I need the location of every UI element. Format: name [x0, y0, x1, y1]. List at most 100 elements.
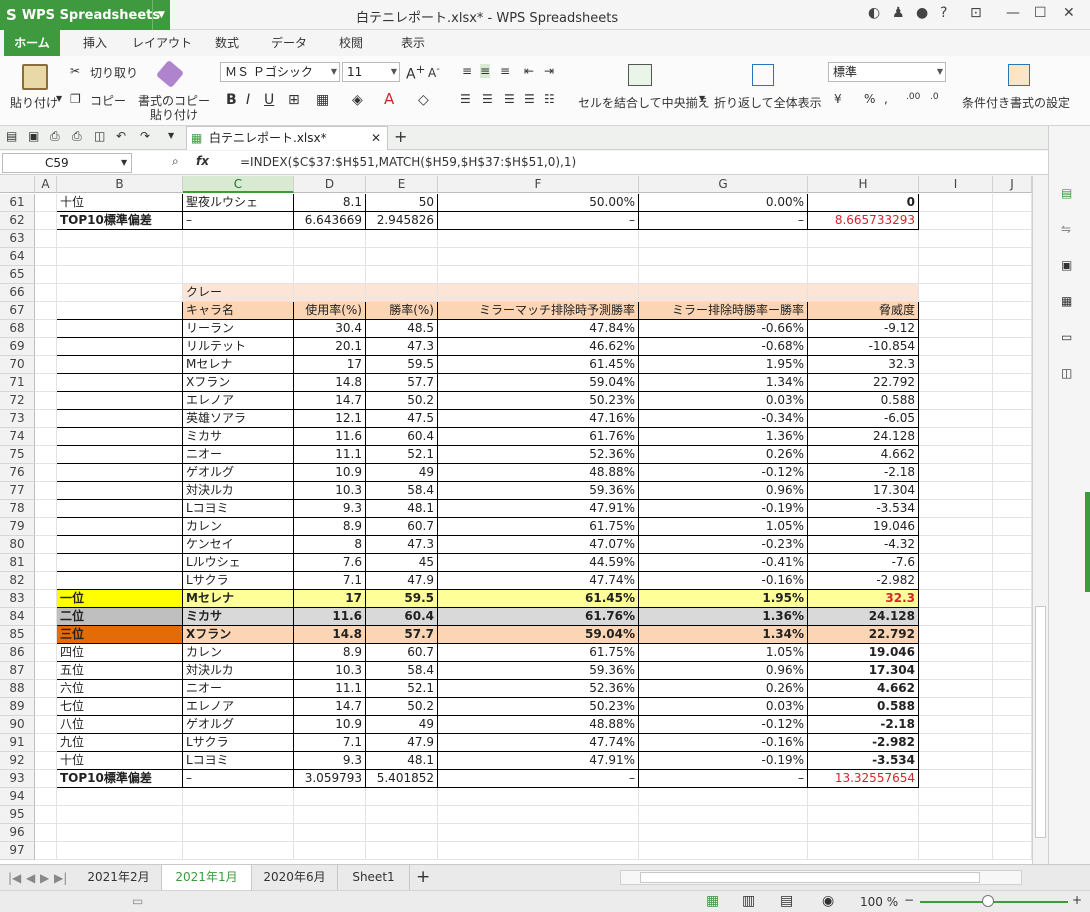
cell-j77[interactable]	[993, 482, 1032, 500]
zoom-level[interactable]: 100 %	[860, 895, 898, 909]
cell-h86[interactable]: 19.046	[808, 644, 919, 662]
reading-view-icon[interactable]: ◉	[822, 893, 834, 909]
cell-b68[interactable]	[57, 320, 183, 338]
cell-a63[interactable]	[35, 230, 57, 248]
undo-icon[interactable]: ↶	[116, 129, 126, 143]
cell-j90[interactable]	[993, 716, 1032, 734]
cell-d74[interactable]: 11.6	[294, 428, 366, 446]
tab-view[interactable]: 表示	[390, 30, 436, 56]
cell-a83[interactable]	[35, 590, 57, 608]
row-header[interactable]: 85	[0, 626, 35, 644]
cell-b87[interactable]: 五位	[57, 662, 183, 680]
backup-icon[interactable]: ◫	[1061, 366, 1072, 380]
cell-i97[interactable]	[919, 842, 993, 860]
cell-b86[interactable]: 四位	[57, 644, 183, 662]
cell-a65[interactable]	[35, 266, 57, 284]
cell-g76[interactable]: -0.12%	[639, 464, 808, 482]
cell-i87[interactable]	[919, 662, 993, 680]
cell-d63[interactable]	[294, 230, 366, 248]
cell-e88[interactable]: 52.1	[366, 680, 438, 698]
select-icon[interactable]: ▣	[1061, 258, 1072, 272]
font-shrink-icon[interactable]: A-	[428, 64, 440, 80]
column-header-d[interactable]: D	[294, 176, 366, 193]
zoom-out-icon[interactable]: −	[904, 893, 914, 907]
horizontal-scrollbar-thumb[interactable]	[640, 872, 980, 883]
cell-h72[interactable]: 0.588	[808, 392, 919, 410]
cell-h90[interactable]: -2.18	[808, 716, 919, 734]
cell-a87[interactable]	[35, 662, 57, 680]
tab-formulas[interactable]: 数式	[204, 30, 250, 56]
column-header-h[interactable]: H	[808, 176, 919, 193]
italic-icon[interactable]: I	[246, 92, 250, 108]
cell-j89[interactable]	[993, 698, 1032, 716]
cell-g82[interactable]: -0.16%	[639, 572, 808, 590]
cell-f82[interactable]: 47.74%	[438, 572, 639, 590]
cell-h80[interactable]: -4.32	[808, 536, 919, 554]
cell-e86[interactable]: 60.7	[366, 644, 438, 662]
add-sheet-icon[interactable]: +	[416, 867, 430, 887]
cell-e93[interactable]: 5.401852	[366, 770, 438, 788]
cell-h64[interactable]	[808, 248, 919, 266]
column-header-a[interactable]: A	[35, 176, 57, 193]
cell-f91[interactable]: 47.74%	[438, 734, 639, 752]
cell-a67[interactable]	[35, 302, 57, 320]
cell-g62[interactable]: –	[639, 212, 808, 230]
cell-e85[interactable]: 57.7	[366, 626, 438, 644]
cell-j83[interactable]	[993, 590, 1032, 608]
cell-i81[interactable]	[919, 554, 993, 572]
row-header[interactable]: 93	[0, 770, 35, 788]
select-all-corner[interactable]	[0, 176, 35, 193]
fill-color-icon[interactable]: ◈	[352, 92, 363, 108]
cell-c74[interactable]: ミカサ	[183, 428, 294, 446]
cell-e82[interactable]: 47.9	[366, 572, 438, 590]
page-break-view-icon[interactable]: ▥	[742, 893, 755, 909]
cell-d62[interactable]: 6.643669	[294, 212, 366, 230]
cell-d65[interactable]	[294, 266, 366, 284]
cell-i66[interactable]	[919, 284, 993, 302]
cell-e91[interactable]: 47.9	[366, 734, 438, 752]
prev-sheet-icon[interactable]: ◀	[26, 871, 35, 885]
cell-b74[interactable]	[57, 428, 183, 446]
cell-g97[interactable]	[639, 842, 808, 860]
cell-c85[interactable]: Xフラン	[183, 626, 294, 644]
cell-e71[interactable]: 57.7	[366, 374, 438, 392]
preview-icon[interactable]: ◫	[94, 129, 105, 143]
cell-f94[interactable]	[438, 788, 639, 806]
cell-b65[interactable]	[57, 266, 183, 284]
chevron-down-icon[interactable]: ▼	[699, 94, 705, 103]
cell-c94[interactable]	[183, 788, 294, 806]
tab-home[interactable]: ホーム	[4, 30, 60, 56]
cell-d94[interactable]	[294, 788, 366, 806]
cell-h73[interactable]: -6.05	[808, 410, 919, 428]
page-layout-view-icon[interactable]: ▤	[780, 893, 793, 909]
tab-review[interactable]: 校閲	[328, 30, 374, 56]
indent-increase-icon[interactable]: ⇥	[544, 64, 554, 78]
cell-f83[interactable]: 61.45%	[438, 590, 639, 608]
cell-f75[interactable]: 52.36%	[438, 446, 639, 464]
cell-a80[interactable]	[35, 536, 57, 554]
cell-j86[interactable]	[993, 644, 1032, 662]
cell-h96[interactable]	[808, 824, 919, 842]
font-color-icon[interactable]: A	[384, 90, 394, 108]
column-header-i[interactable]: I	[919, 176, 993, 193]
font-size-select[interactable]: 11 ▼	[342, 62, 400, 82]
cell-b93[interactable]: TOP10標準偏差	[57, 770, 183, 788]
cell-c71[interactable]: Xフラン	[183, 374, 294, 392]
cell-e63[interactable]	[366, 230, 438, 248]
column-header-c[interactable]: C	[183, 176, 294, 193]
cell-i73[interactable]	[919, 410, 993, 428]
chevron-down-icon[interactable]: ▼	[152, 0, 170, 30]
cell-g61[interactable]: 0.00%	[639, 194, 808, 212]
spreadsheet-grid[interactable]: A B C D E F G H I J 61 十位 聖夜ルウシェ 8.1 50 50.00% 0.00% 0 62 T…	[0, 176, 1032, 864]
cell-j95[interactable]	[993, 806, 1032, 824]
currency-icon[interactable]: ¥	[834, 92, 842, 106]
cell-f72[interactable]: 50.23%	[438, 392, 639, 410]
skin-icon[interactable]: ◐	[868, 5, 880, 21]
row-header[interactable]: 89	[0, 698, 35, 716]
share-icon[interactable]: ⇋	[1061, 222, 1071, 236]
cell-j76[interactable]	[993, 464, 1032, 482]
cell-i96[interactable]	[919, 824, 993, 842]
row-header[interactable]: 68	[0, 320, 35, 338]
cell-c68[interactable]: リーラン	[183, 320, 294, 338]
cell-a79[interactable]	[35, 518, 57, 536]
